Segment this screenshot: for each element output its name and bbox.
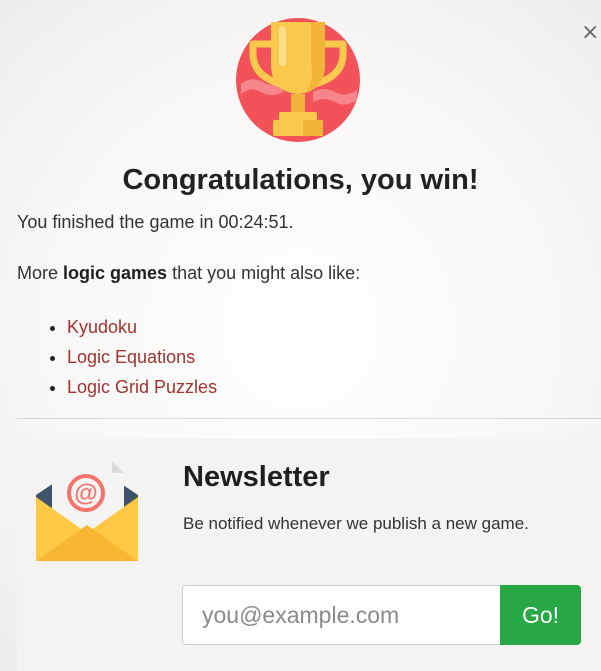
list-item: Logic Grid Puzzles [67, 372, 217, 402]
svg-text:@: @ [74, 480, 97, 507]
more-prefix: More [17, 263, 59, 283]
go-button[interactable]: Go! [500, 585, 581, 645]
email-field[interactable] [182, 585, 500, 645]
more-suffix: that you might also like: [172, 263, 361, 283]
newsletter-title: Newsletter [183, 461, 330, 493]
list-item: Logic Equations [67, 342, 217, 372]
newsletter-description: Be notified whenever we publish a new ga… [183, 514, 529, 533]
divider [17, 418, 601, 419]
email-envelope-icon: @ [36, 461, 138, 561]
win-dialog: × Congratulations, you win! You finished… [0, 0, 601, 671]
newsletter-panel: @ Newsletter Be notified whenever we pub… [17, 439, 601, 671]
finish-time-text: You finished the game in 00:24:51. [17, 212, 294, 232]
list-item: Kyudoku [67, 312, 217, 342]
game-link-logic-grid-puzzles[interactable]: Logic Grid Puzzles [67, 377, 217, 397]
games-list: Kyudoku Logic Equations Logic Grid Puzzl… [17, 312, 217, 402]
more-bold: logic games [63, 263, 168, 283]
game-link-kyudoku[interactable]: Kyudoku [67, 317, 137, 337]
close-icon[interactable]: × [581, 22, 599, 44]
page-title: Congratulations, you win! [122, 164, 479, 196]
game-link-logic-equations[interactable]: Logic Equations [67, 347, 195, 367]
trophy-icon [236, 18, 360, 142]
more-games-intro: More logic games that you might also lik… [17, 263, 360, 284]
